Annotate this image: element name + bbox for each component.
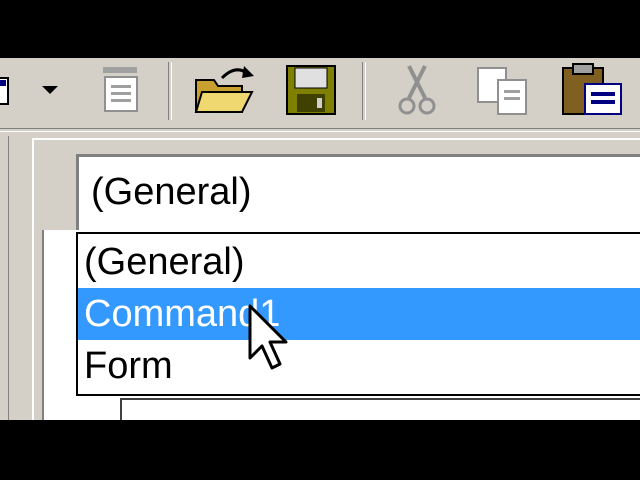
standard-toolbar (0, 58, 640, 132)
object-combobox-value: (General) (91, 171, 252, 213)
toolbar-separator (168, 62, 172, 120)
paste-icon[interactable] (556, 62, 628, 118)
add-form-icon[interactable] (0, 62, 16, 118)
open-project-icon[interactable] (190, 62, 260, 118)
dropdown-option-command1[interactable]: Command1 (78, 288, 640, 340)
dropdown-option-general[interactable]: (General) (78, 236, 640, 288)
mouse-pointer-icon (248, 304, 288, 370)
menu-editor-icon[interactable] (90, 62, 150, 118)
object-combobox[interactable]: (General) (76, 154, 640, 230)
code-editor-inner[interactable] (120, 398, 640, 420)
toolbar-border (0, 128, 640, 132)
dropdown-arrow-icon[interactable] (36, 62, 64, 118)
project-pane-edge (0, 136, 9, 420)
object-dropdown-list: (General) Command1 Form (76, 232, 640, 396)
copy-icon[interactable] (470, 62, 534, 118)
cut-icon[interactable] (392, 62, 442, 118)
save-project-icon[interactable] (280, 62, 342, 118)
toolbar-separator (362, 62, 366, 120)
dropdown-option-form[interactable]: Form (78, 340, 640, 392)
vb-ide-window: (General) (General) Command1 Form (0, 58, 640, 420)
